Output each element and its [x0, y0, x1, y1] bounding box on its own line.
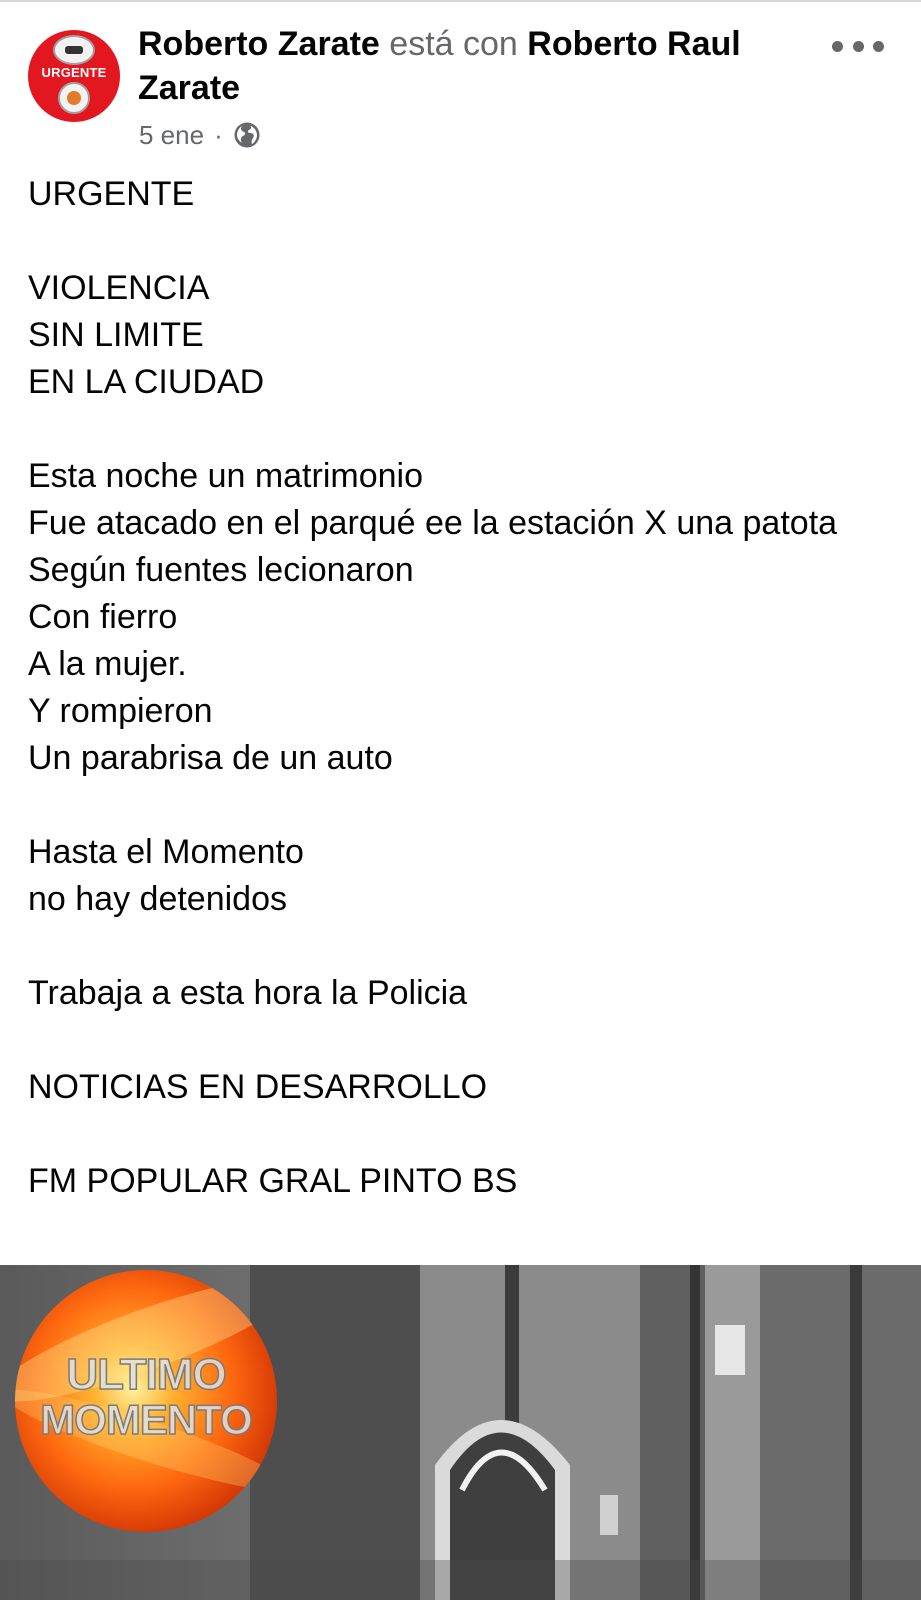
post-header: Roberto Zarate está con Roberto Raul Zar… — [138, 22, 798, 110]
badge-text-line-1: ULTIMO — [66, 1349, 228, 1400]
more-options-icon[interactable] — [832, 34, 884, 58]
facebook-post-screen: URGENTE Roberto Zarate está con Roberto … — [0, 0, 921, 1600]
with-text: está con — [389, 25, 518, 63]
post-meta: 5 ene · — [139, 117, 261, 153]
dot-icon — [832, 40, 843, 52]
avatar-top-emblem — [53, 35, 95, 65]
badge-text-line-2: MOMENTO — [39, 1395, 253, 1444]
avatar[interactable]: URGENTE — [28, 30, 120, 122]
avatar-label: URGENTE — [41, 65, 107, 80]
meta-separator: · — [214, 119, 223, 150]
avatar-bottom-emblem — [58, 82, 90, 114]
post-text: URGENTE VIOLENCIA SIN LIMITE EN LA CIUDA… — [28, 175, 838, 1200]
dot-icon — [873, 40, 884, 52]
globe-icon[interactable] — [233, 121, 261, 149]
ultimo-momento-badge: ULTIMO MOMENTO — [15, 1270, 277, 1532]
top-divider — [0, 0, 921, 2]
dot-icon — [852, 40, 864, 52]
author-name[interactable]: Roberto Zarate — [138, 25, 380, 63]
post-image[interactable]: ULTIMO MOMENTO — [0, 1265, 921, 1600]
post-date[interactable]: 5 ene — [139, 120, 204, 151]
